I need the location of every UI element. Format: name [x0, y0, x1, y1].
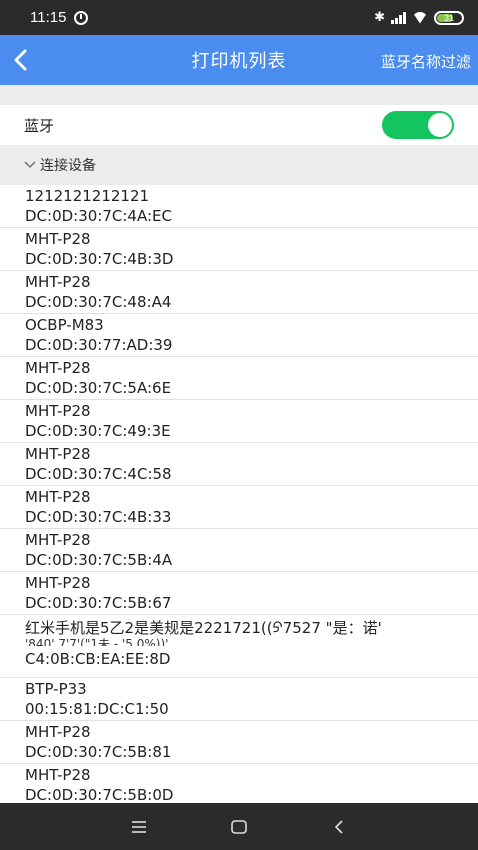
alarm-icon [74, 10, 89, 25]
bluetooth-setting-row: 蓝牙 [0, 105, 478, 145]
device-name: MHT-P28 [25, 488, 91, 506]
connected-devices-header[interactable]: 连接设备 [0, 145, 478, 185]
device-name: MHT-P28 [25, 402, 91, 420]
battery-icon: 31 [434, 10, 464, 25]
device-name: OCBP-M83 [25, 316, 104, 334]
device-address: C4:0B:CB:EA:EE:8D [25, 650, 171, 668]
device-item[interactable]: MHT-P28 DC:0D:30:7C:4B:33 [0, 486, 478, 529]
menu-icon [132, 820, 146, 833]
device-address: DC:0D:30:7C:4B:3D [25, 250, 174, 268]
bluetooth-name-filter-button[interactable]: 蓝牙名称过滤 [381, 51, 471, 72]
system-back-button[interactable] [329, 817, 349, 837]
device-item[interactable]: MHT-P28 DC:0D:30:7C:5B:4A [0, 529, 478, 572]
device-name: MHT-P28 [25, 531, 91, 549]
page-title: 打印机列表 [191, 51, 287, 72]
bluetooth-toggle[interactable] [382, 111, 454, 139]
back-button[interactable] [8, 48, 32, 72]
device-address: DC:0D:30:7C:5B:67 [25, 594, 172, 612]
device-name: 1212121212121 [25, 187, 150, 205]
recent-apps-button[interactable] [129, 817, 149, 837]
status-bar: 11:15 ✱ 31 [0, 0, 478, 35]
device-address: DC:0D:30:7C:5B:0D [25, 786, 174, 803]
device-name-overflow: '840' 7'7'("1未 - '5.0%))' [25, 638, 169, 646]
device-item[interactable]: OCBP-M83 DC:0D:30:77:AD:39 [0, 314, 478, 357]
device-item[interactable]: MHT-P28 DC:0D:30:7C:5B:67 [0, 572, 478, 615]
toggle-knob [428, 113, 452, 137]
device-name: BTP-P33 [25, 680, 87, 698]
bluetooth-label: 蓝牙 [24, 116, 55, 135]
device-item[interactable]: MHT-P28 DC:0D:30:7C:5A:6E [0, 357, 478, 400]
home-button[interactable] [229, 817, 249, 837]
top-spacer [0, 85, 478, 105]
device-item[interactable]: MHT-P28 DC:0D:30:7C:5B:81 [0, 721, 478, 764]
device-name: MHT-P28 [25, 574, 91, 592]
device-address: DC:0D:30:7C:4C:58 [25, 465, 172, 483]
device-address: DC:0D:30:7C:4A:EC [25, 207, 172, 225]
status-icons: ✱ 31 [374, 10, 464, 25]
section-header-label: 连接设备 [40, 158, 96, 174]
bluetooth-icon: ✱ [374, 10, 385, 25]
system-nav-bar [0, 803, 478, 850]
device-address: DC:0D:30:7C:48:A4 [25, 293, 172, 311]
device-item[interactable]: 红米手机是5乙2是美规是2221721((ᠫ7527 "是：诺' '840' 7… [0, 615, 478, 678]
device-address: DC:0D:30:7C:5B:4A [25, 551, 173, 569]
home-icon [231, 819, 247, 834]
device-address: DC:0D:30:77:AD:39 [25, 336, 173, 354]
status-time: 11:15 [30, 9, 67, 26]
device-address: DC:0D:30:7C:49:3E [25, 422, 171, 440]
chevron-down-icon [24, 161, 36, 168]
signal-icon [391, 11, 406, 24]
battery-level: 31 [443, 12, 454, 23]
device-item[interactable]: MHT-P28 DC:0D:30:7C:49:3E [0, 400, 478, 443]
device-item[interactable]: BTP-P33 00:15:81:DC:C1:50 [0, 678, 478, 721]
device-name: MHT-P28 [25, 723, 91, 741]
device-item[interactable]: MHT-P28 DC:0D:30:7C:4C:58 [0, 443, 478, 486]
device-name: 红米手机是5乙2是美规是2221721((ᠫ7527 "是：诺' [25, 619, 382, 637]
device-name: MHT-P28 [25, 766, 91, 784]
device-address: DC:0D:30:7C:4B:33 [25, 508, 172, 526]
device-address: 00:15:81:DC:C1:50 [25, 700, 169, 718]
device-list: 1212121212121 DC:0D:30:7C:4A:EC MHT-P28 … [0, 185, 478, 803]
device-name: MHT-P28 [25, 230, 91, 248]
nav-bar: 打印机列表 蓝牙名称过滤 [0, 35, 478, 85]
device-name: MHT-P28 [25, 273, 91, 291]
back-icon [334, 819, 343, 834]
device-name: MHT-P28 [25, 445, 91, 463]
device-item[interactable]: MHT-P28 DC:0D:30:7C:4B:3D [0, 228, 478, 271]
wifi-icon [412, 12, 428, 24]
device-address: DC:0D:30:7C:5B:81 [25, 743, 172, 761]
device-name: MHT-P28 [25, 359, 91, 377]
device-address: DC:0D:30:7C:5A:6E [25, 379, 172, 397]
device-item[interactable]: 1212121212121 DC:0D:30:7C:4A:EC [0, 185, 478, 228]
device-item[interactable]: MHT-P28 DC:0D:30:7C:48:A4 [0, 271, 478, 314]
device-item[interactable]: MHT-P28 DC:0D:30:7C:5B:0D [0, 764, 478, 803]
chevron-left-icon [14, 49, 27, 71]
